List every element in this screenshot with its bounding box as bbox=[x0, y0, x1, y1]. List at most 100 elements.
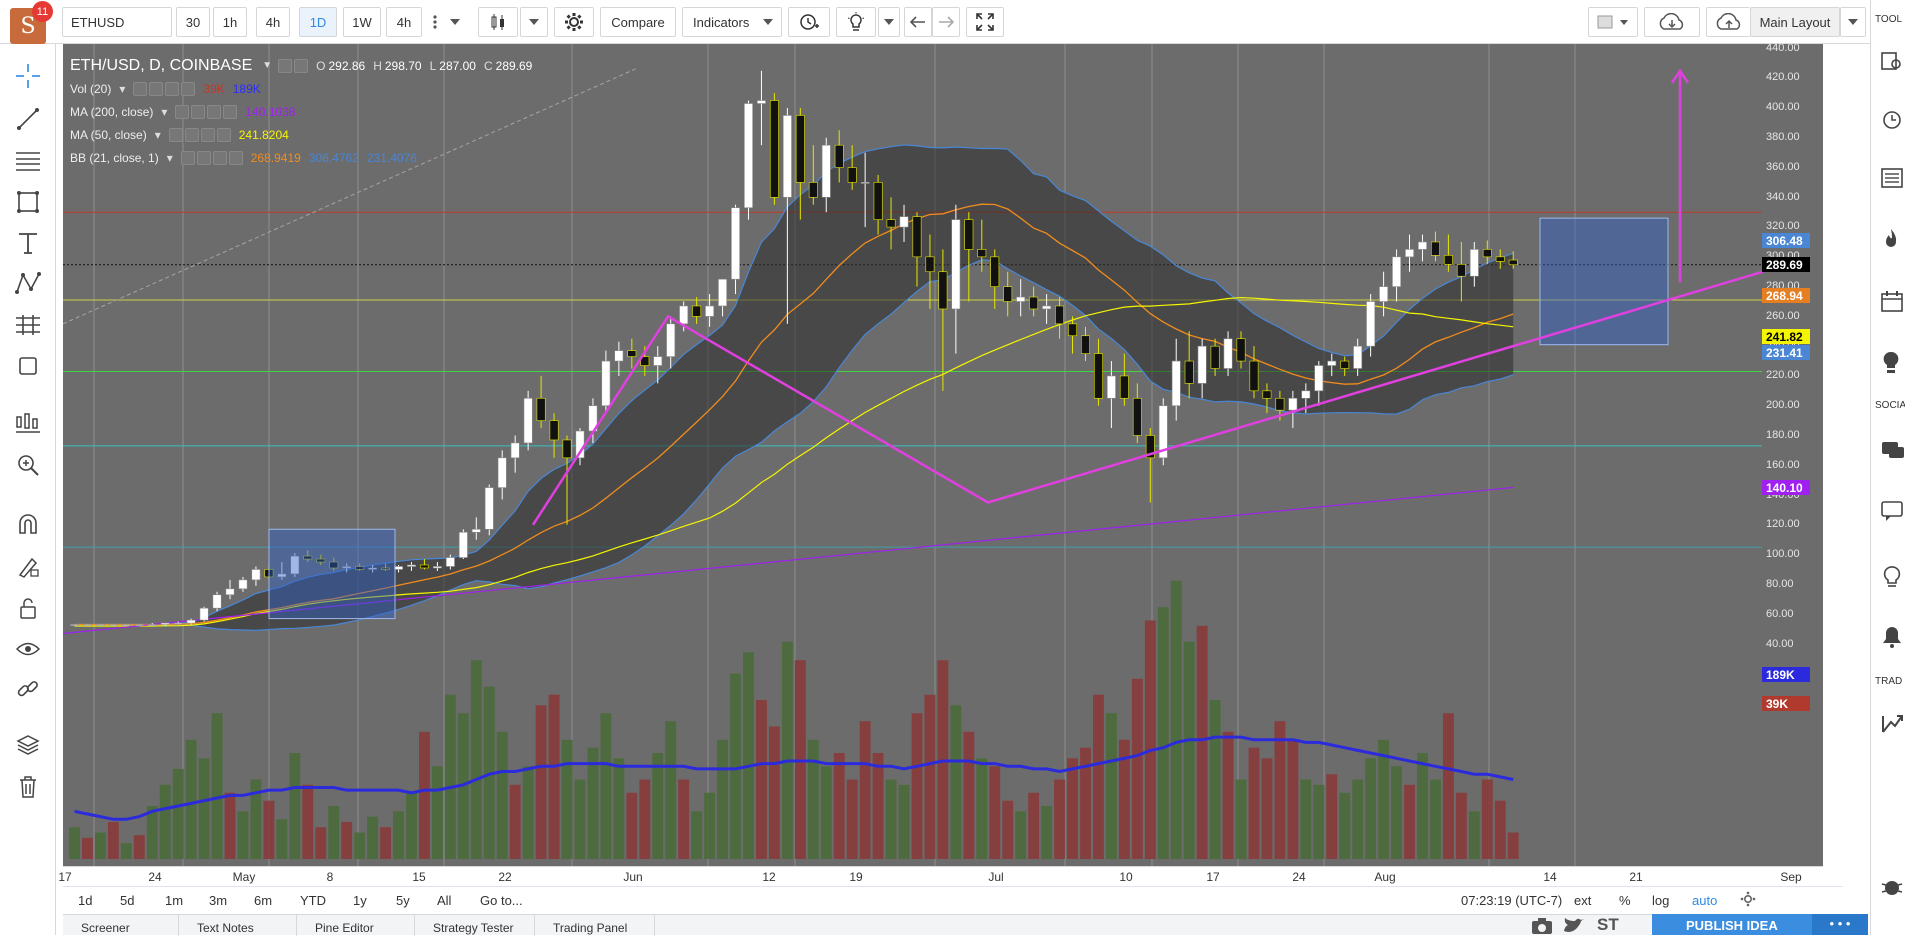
legend-studies: Vol (20) ▾ 39K 189K MA (200, close) ▾ 140.1038… bbox=[70, 77, 540, 169]
range-5d[interactable]: 5d bbox=[120, 893, 134, 908]
study-dropdown-icon[interactable]: ▾ bbox=[155, 128, 161, 142]
tab-screener[interactable]: Screener bbox=[63, 915, 179, 936]
streams-lightbulb-icon[interactable] bbox=[1881, 565, 1903, 592]
volume-bar bbox=[328, 806, 340, 859]
chart-type-candles-icon[interactable] bbox=[478, 7, 518, 37]
text-tool-icon[interactable] bbox=[13, 228, 43, 258]
server-clock[interactable]: 07:23:19 (UTC-7) bbox=[1461, 893, 1562, 908]
snapshot-camera-icon[interactable] bbox=[1531, 918, 1553, 937]
volume-bar bbox=[224, 792, 236, 859]
indicators-button[interactable]: Indicators bbox=[682, 7, 782, 37]
range-1m[interactable]: 1m bbox=[165, 893, 183, 908]
interval-dropdown-icon[interactable] bbox=[446, 7, 464, 37]
zoom-in-icon[interactable] bbox=[13, 450, 43, 480]
ideas-stream-lightbulb-icon[interactable] bbox=[1881, 350, 1901, 377]
fib-retracement-icon[interactable] bbox=[13, 146, 43, 176]
interval-1d[interactable]: 1D bbox=[299, 7, 337, 37]
dom-icon[interactable] bbox=[1881, 712, 1903, 737]
magnet-icon[interactable] bbox=[13, 509, 43, 539]
layout-menu-button[interactable]: Main Layout bbox=[1750, 7, 1840, 37]
stay-in-drawing-mode-icon[interactable] bbox=[13, 552, 43, 582]
chart-type-dropdown-icon[interactable] bbox=[520, 7, 548, 37]
range-3m[interactable]: 3m bbox=[209, 893, 227, 908]
tab-trading-panel[interactable]: Trading Panel bbox=[535, 915, 655, 936]
layout-color-icon[interactable] bbox=[1588, 7, 1638, 37]
redo-icon[interactable] bbox=[932, 7, 960, 37]
ext-hours-toggle[interactable]: ext bbox=[1574, 893, 1591, 908]
ideas-dropdown-icon[interactable] bbox=[878, 7, 900, 37]
publish-more-icon[interactable]: • • • bbox=[1812, 914, 1868, 935]
settings-gear-icon[interactable] bbox=[554, 7, 594, 37]
range-1y[interactable]: 1y bbox=[353, 893, 367, 908]
trash-icon[interactable] bbox=[13, 772, 43, 802]
tab-strategy-tester[interactable]: Strategy Tester bbox=[415, 915, 535, 936]
interval-30[interactable]: 30 bbox=[176, 7, 210, 37]
auto-scale-toggle[interactable]: auto bbox=[1692, 893, 1717, 908]
watchlist-icon[interactable] bbox=[1881, 50, 1903, 75]
link-icon[interactable] bbox=[13, 674, 43, 704]
cloud-load-icon[interactable] bbox=[1644, 7, 1700, 37]
eye-icon[interactable] bbox=[13, 634, 43, 664]
range-ytd[interactable]: YTD bbox=[300, 893, 326, 908]
compare-button[interactable]: Compare bbox=[600, 7, 676, 37]
study-buttons[interactable] bbox=[168, 127, 231, 142]
data-window-icon[interactable] bbox=[1881, 168, 1903, 191]
prediction-icon[interactable] bbox=[13, 310, 43, 340]
pattern-icon[interactable] bbox=[13, 268, 43, 298]
symbol-search-input[interactable]: ETHUSD bbox=[62, 7, 172, 37]
legend-title-dropdown-icon[interactable]: ▼ bbox=[262, 60, 272, 71]
tab-text-notes[interactable]: Text Notes bbox=[179, 915, 297, 936]
interval-4h-2[interactable]: 4h bbox=[386, 7, 422, 37]
study-buttons[interactable] bbox=[180, 150, 243, 165]
interval-4h[interactable]: 4h bbox=[256, 7, 290, 37]
study-buttons[interactable] bbox=[175, 104, 238, 119]
notification-badge[interactable]: 11 bbox=[32, 1, 53, 22]
hotlist-flame-icon[interactable] bbox=[1881, 228, 1901, 255]
crosshair-icon[interactable] bbox=[13, 61, 43, 91]
study-dropdown-icon[interactable]: ▾ bbox=[119, 82, 125, 96]
study-dropdown-icon[interactable]: ▾ bbox=[161, 105, 167, 119]
alarm-clock-icon[interactable] bbox=[1881, 108, 1903, 133]
fullscreen-icon[interactable] bbox=[966, 7, 1004, 37]
study-buttons[interactable] bbox=[133, 81, 196, 96]
lock-icon[interactable] bbox=[13, 593, 43, 623]
goto-date-button[interactable]: Go to... bbox=[480, 893, 523, 908]
object-tree-icon[interactable] bbox=[13, 730, 43, 760]
legend-study-row[interactable]: MA (50, close) ▾ 241.8204 bbox=[70, 123, 540, 146]
stocktwits-icon[interactable]: ST bbox=[1597, 915, 1619, 935]
legend-study-row[interactable]: BB (21, close, 1) ▾ 268.9419 306.4762 231.40… bbox=[70, 146, 540, 169]
long-position-icon[interactable] bbox=[13, 408, 43, 438]
range-6m[interactable]: 6m bbox=[254, 893, 272, 908]
chat-icon[interactable] bbox=[1881, 440, 1905, 465]
calendar-icon[interactable] bbox=[1881, 290, 1903, 315]
tab-pine-editor[interactable]: Pine Editor bbox=[297, 915, 415, 936]
layout-dropdown-icon[interactable] bbox=[1840, 7, 1866, 37]
more-intervals-icon[interactable] bbox=[428, 7, 442, 37]
chat-bug-icon[interactable] bbox=[1881, 876, 1903, 901]
undo-icon[interactable] bbox=[904, 7, 932, 37]
trendline-icon[interactable] bbox=[13, 104, 43, 134]
time-scale[interactable]: 17 24 May 8 15 22 Jun 12 19 Jul 10 17 24 Aug 14 21 Sep bbox=[58, 866, 1823, 886]
volume-bar bbox=[1287, 739, 1299, 859]
legend-study-row[interactable]: MA (200, close) ▾ 140.1038 bbox=[70, 100, 540, 123]
ideas-lightbulb-icon[interactable] bbox=[836, 7, 876, 37]
messages-icon[interactable] bbox=[1881, 500, 1905, 525]
interval-1h[interactable]: 1h bbox=[213, 7, 247, 37]
rectangle-icon[interactable] bbox=[13, 187, 43, 217]
notifications-bell-icon[interactable] bbox=[1881, 625, 1903, 652]
range-1d[interactable]: 1d bbox=[78, 893, 92, 908]
scale-settings-gear-icon[interactable] bbox=[1740, 891, 1756, 910]
legend-symbol-title[interactable]: ETH/USD, D, COINBASE bbox=[70, 57, 252, 75]
shapes-icon[interactable] bbox=[13, 351, 43, 381]
range-5y[interactable]: 5y bbox=[396, 893, 410, 908]
alert-icon[interactable] bbox=[788, 7, 830, 37]
interval-1w[interactable]: 1W bbox=[343, 7, 381, 37]
cloud-save-icon[interactable] bbox=[1706, 7, 1750, 37]
twitter-icon[interactable] bbox=[1563, 918, 1585, 937]
legend-title-buttons[interactable] bbox=[278, 58, 309, 73]
study-dropdown-icon[interactable]: ▾ bbox=[167, 151, 173, 165]
log-scale-toggle[interactable]: log bbox=[1652, 893, 1669, 908]
legend-study-row[interactable]: Vol (20) ▾ 39K 189K bbox=[70, 77, 540, 100]
range-all[interactable]: All bbox=[437, 893, 451, 908]
percent-scale-toggle[interactable]: % bbox=[1619, 893, 1631, 908]
